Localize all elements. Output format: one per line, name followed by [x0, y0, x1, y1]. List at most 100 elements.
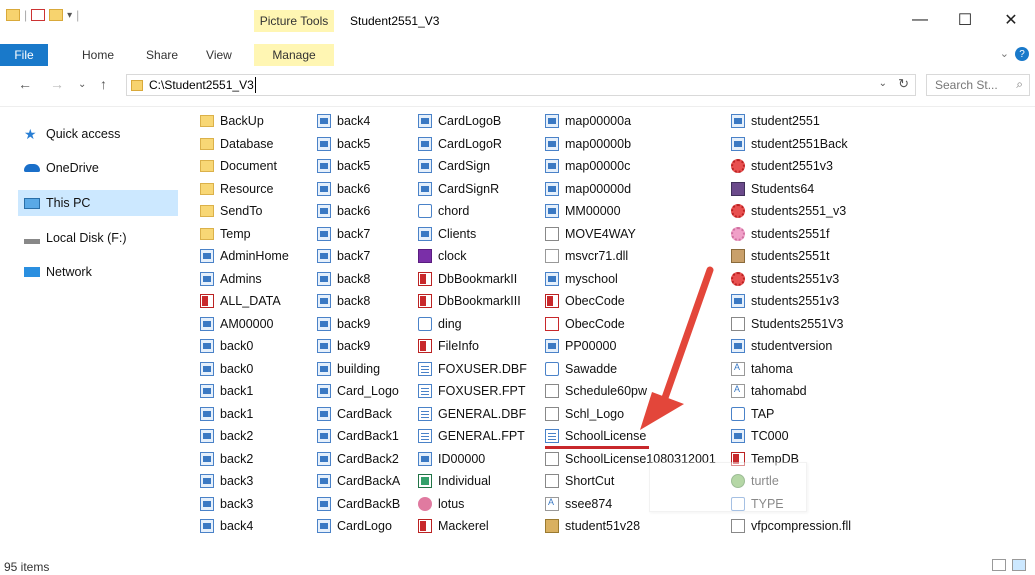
file-item[interactable]: students2551t [731, 245, 830, 267]
file-item[interactable]: back0 [200, 358, 253, 380]
file-item[interactable]: ssee874 [545, 493, 612, 515]
file-item[interactable]: TC000 [731, 425, 789, 447]
tab-home[interactable]: Home [82, 48, 114, 62]
file-item[interactable]: back8 [317, 268, 370, 290]
file-item[interactable]: ObecCode [545, 290, 625, 312]
file-item[interactable]: GENERAL.DBF [418, 403, 526, 425]
expand-ribbon-icon[interactable]: ⌄ [1000, 47, 1009, 60]
up-arrow-icon[interactable]: ↑ [100, 76, 107, 92]
file-item[interactable]: studentversion [731, 335, 832, 357]
file-item[interactable]: student51v28 [545, 515, 640, 537]
file-item[interactable]: CardBackA [317, 470, 400, 492]
file-item[interactable]: Students2551V3 [731, 313, 843, 335]
file-item[interactable]: CardLogoR [418, 133, 502, 155]
tab-view[interactable]: View [206, 48, 232, 62]
file-item[interactable]: AdminHome [200, 245, 289, 267]
close-button[interactable]: ✕ [988, 6, 1034, 34]
file-item[interactable]: Mackerel [418, 515, 489, 537]
file-item[interactable]: vfpcompression.fll [731, 515, 851, 537]
file-item[interactable]: ding [418, 313, 462, 335]
file-item[interactable]: back4 [317, 110, 370, 132]
address-dropdown-icon[interactable]: ⌄ [879, 78, 887, 89]
file-item[interactable]: DbBookmarkIII [418, 290, 521, 312]
file-item[interactable]: FOXUSER.DBF [418, 358, 527, 380]
forward-arrow-icon[interactable]: → [50, 76, 64, 92]
maximize-button[interactable]: ☐ [942, 6, 988, 34]
search-icon[interactable]: ⌕ [1016, 77, 1023, 92]
folder-item[interactable]: BackUp [200, 110, 264, 132]
file-item[interactable]: back1 [200, 403, 253, 425]
file-item[interactable]: back6 [317, 178, 370, 200]
file-item[interactable]: msvcr71.dll [545, 245, 628, 267]
file-item[interactable]: CardBack2 [317, 448, 399, 470]
file-item[interactable]: Sawadde [545, 358, 617, 380]
file-item[interactable]: back3 [200, 493, 253, 515]
file-item[interactable]: students2551v3 [731, 268, 839, 290]
file-item[interactable]: back3 [200, 470, 253, 492]
address-path[interactable]: C:\Student2551_V3 [149, 78, 254, 92]
refresh-icon[interactable]: ↻ [898, 76, 909, 92]
file-item[interactable]: ShortCut [545, 470, 614, 492]
file-item[interactable]: CardBack1 [317, 425, 399, 447]
file-item[interactable]: back5 [317, 155, 370, 177]
file-item[interactable]: Card_Logo [317, 380, 399, 402]
file-item[interactable]: CardLogo [317, 515, 392, 537]
file-item[interactable]: back1 [200, 380, 253, 402]
file-item[interactable]: DbBookmarkII [418, 268, 517, 290]
file-item[interactable]: back2 [200, 425, 253, 447]
file-item[interactable]: back5 [317, 133, 370, 155]
file-item[interactable]: TAP [731, 403, 774, 425]
file-item[interactable]: back8 [317, 290, 370, 312]
sidebar-item-this-pc[interactable]: This PC [24, 191, 90, 215]
file-item[interactable]: CardSign [418, 155, 490, 177]
file-item[interactable]: PP00000 [545, 335, 616, 357]
minimize-button[interactable]: — [897, 6, 943, 34]
folder-item[interactable]: SendTo [200, 200, 262, 222]
file-item[interactable]: lotus [418, 493, 464, 515]
address-bar[interactable]: C:\Student2551_V3 ⌄ ↻ [126, 74, 916, 96]
file-item[interactable]: building [317, 358, 380, 380]
file-item[interactable]: tahoma [731, 358, 793, 380]
file-item[interactable]: AM00000 [200, 313, 274, 335]
sidebar-item-local-disk[interactable]: Local Disk (F:) [24, 226, 127, 250]
file-item[interactable]: GENERAL.FPT [418, 425, 525, 447]
file-item[interactable]: back7 [317, 245, 370, 267]
file-item[interactable]: ObecCode [545, 313, 625, 335]
file-item[interactable]: myschool [545, 268, 618, 290]
file-item[interactable]: Clients [418, 223, 476, 245]
large-icons-view-icon[interactable] [1012, 559, 1026, 571]
folder-item[interactable]: Database [200, 133, 274, 155]
file-item[interactable]: back7 [317, 223, 370, 245]
file-item[interactable]: FOXUSER.FPT [418, 380, 526, 402]
back-arrow-icon[interactable]: ← [18, 76, 32, 92]
file-item[interactable]: map00000c [545, 155, 630, 177]
recent-locations-icon[interactable]: ⌄ [78, 79, 86, 90]
file-item[interactable]: map00000b [545, 133, 631, 155]
file-item[interactable]: student2551v3 [731, 155, 833, 177]
file-item[interactable]: back4 [200, 515, 253, 537]
file-item[interactable]: CardLogoB [418, 110, 501, 132]
file-item[interactable]: SchoolLicense [545, 425, 646, 447]
file-item[interactable]: MM00000 [545, 200, 621, 222]
file-item[interactable]: CardBack [317, 403, 392, 425]
file-item[interactable]: FileInfo [418, 335, 479, 357]
new-folder-icon[interactable] [49, 9, 64, 21]
file-item[interactable]: Schedule60pw [545, 380, 647, 402]
file-item[interactable]: ALL_DATA [200, 290, 281, 312]
file-item[interactable]: back9 [317, 313, 370, 335]
sidebar-item-onedrive[interactable]: OneDrive [24, 156, 99, 180]
file-item[interactable]: student2551 [731, 110, 820, 132]
folder-item[interactable]: Temp [200, 223, 251, 245]
file-item[interactable]: students2551f [731, 223, 830, 245]
file-item[interactable]: map00000a [545, 110, 631, 132]
file-item[interactable]: students2551_v3 [731, 200, 846, 222]
file-item[interactable]: student2551Back [731, 133, 848, 155]
file-item[interactable]: tahomabd [731, 380, 807, 402]
customize-toolbar-icon[interactable]: ▾ [67, 10, 72, 21]
file-item[interactable]: back9 [317, 335, 370, 357]
file-item[interactable]: MOVE4WAY [545, 223, 636, 245]
sidebar-item-quick-access[interactable]: ★ Quick access [24, 122, 120, 146]
file-item[interactable]: Admins [200, 268, 262, 290]
details-view-icon[interactable] [992, 559, 1006, 571]
file-item[interactable]: Students64 [731, 178, 814, 200]
